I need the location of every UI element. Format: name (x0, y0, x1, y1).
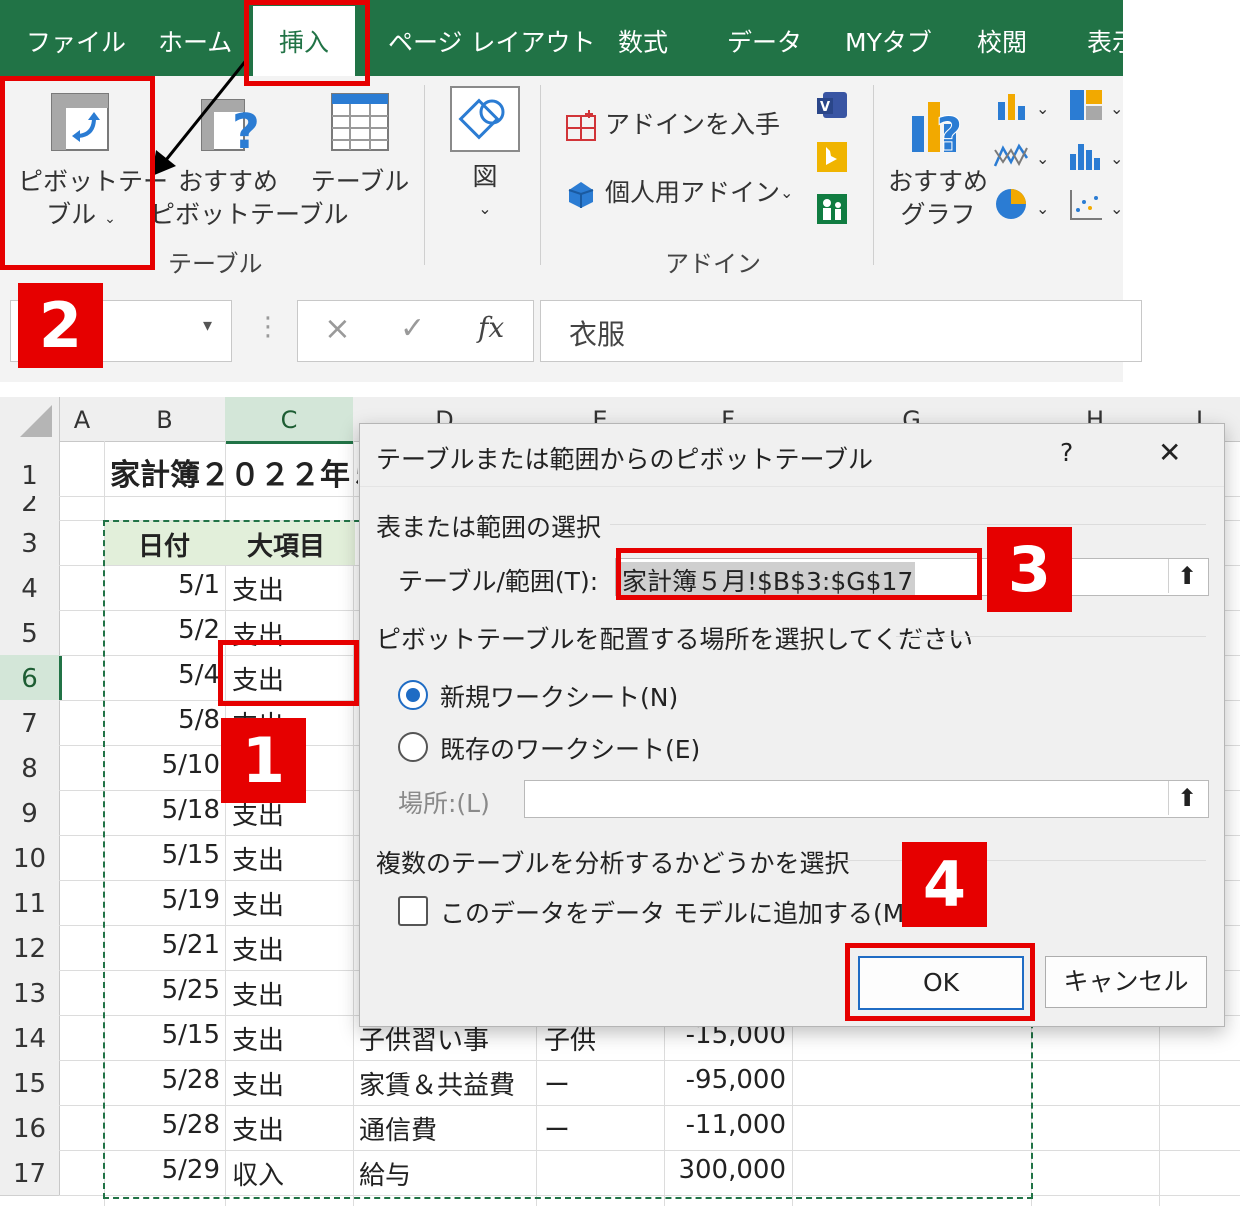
step-badge-1: 1 (221, 718, 306, 803)
highlight-active-cell (218, 640, 359, 706)
step-badge-3: 3 (987, 527, 1072, 612)
highlight-ok-button (845, 943, 1035, 1021)
step-badge-4: 4 (902, 842, 987, 927)
highlight-pivottable-button (0, 76, 155, 270)
step-badge-2: 2 (18, 283, 103, 368)
highlight-insert-tab (244, 0, 370, 86)
highlight-range-input (616, 548, 982, 600)
